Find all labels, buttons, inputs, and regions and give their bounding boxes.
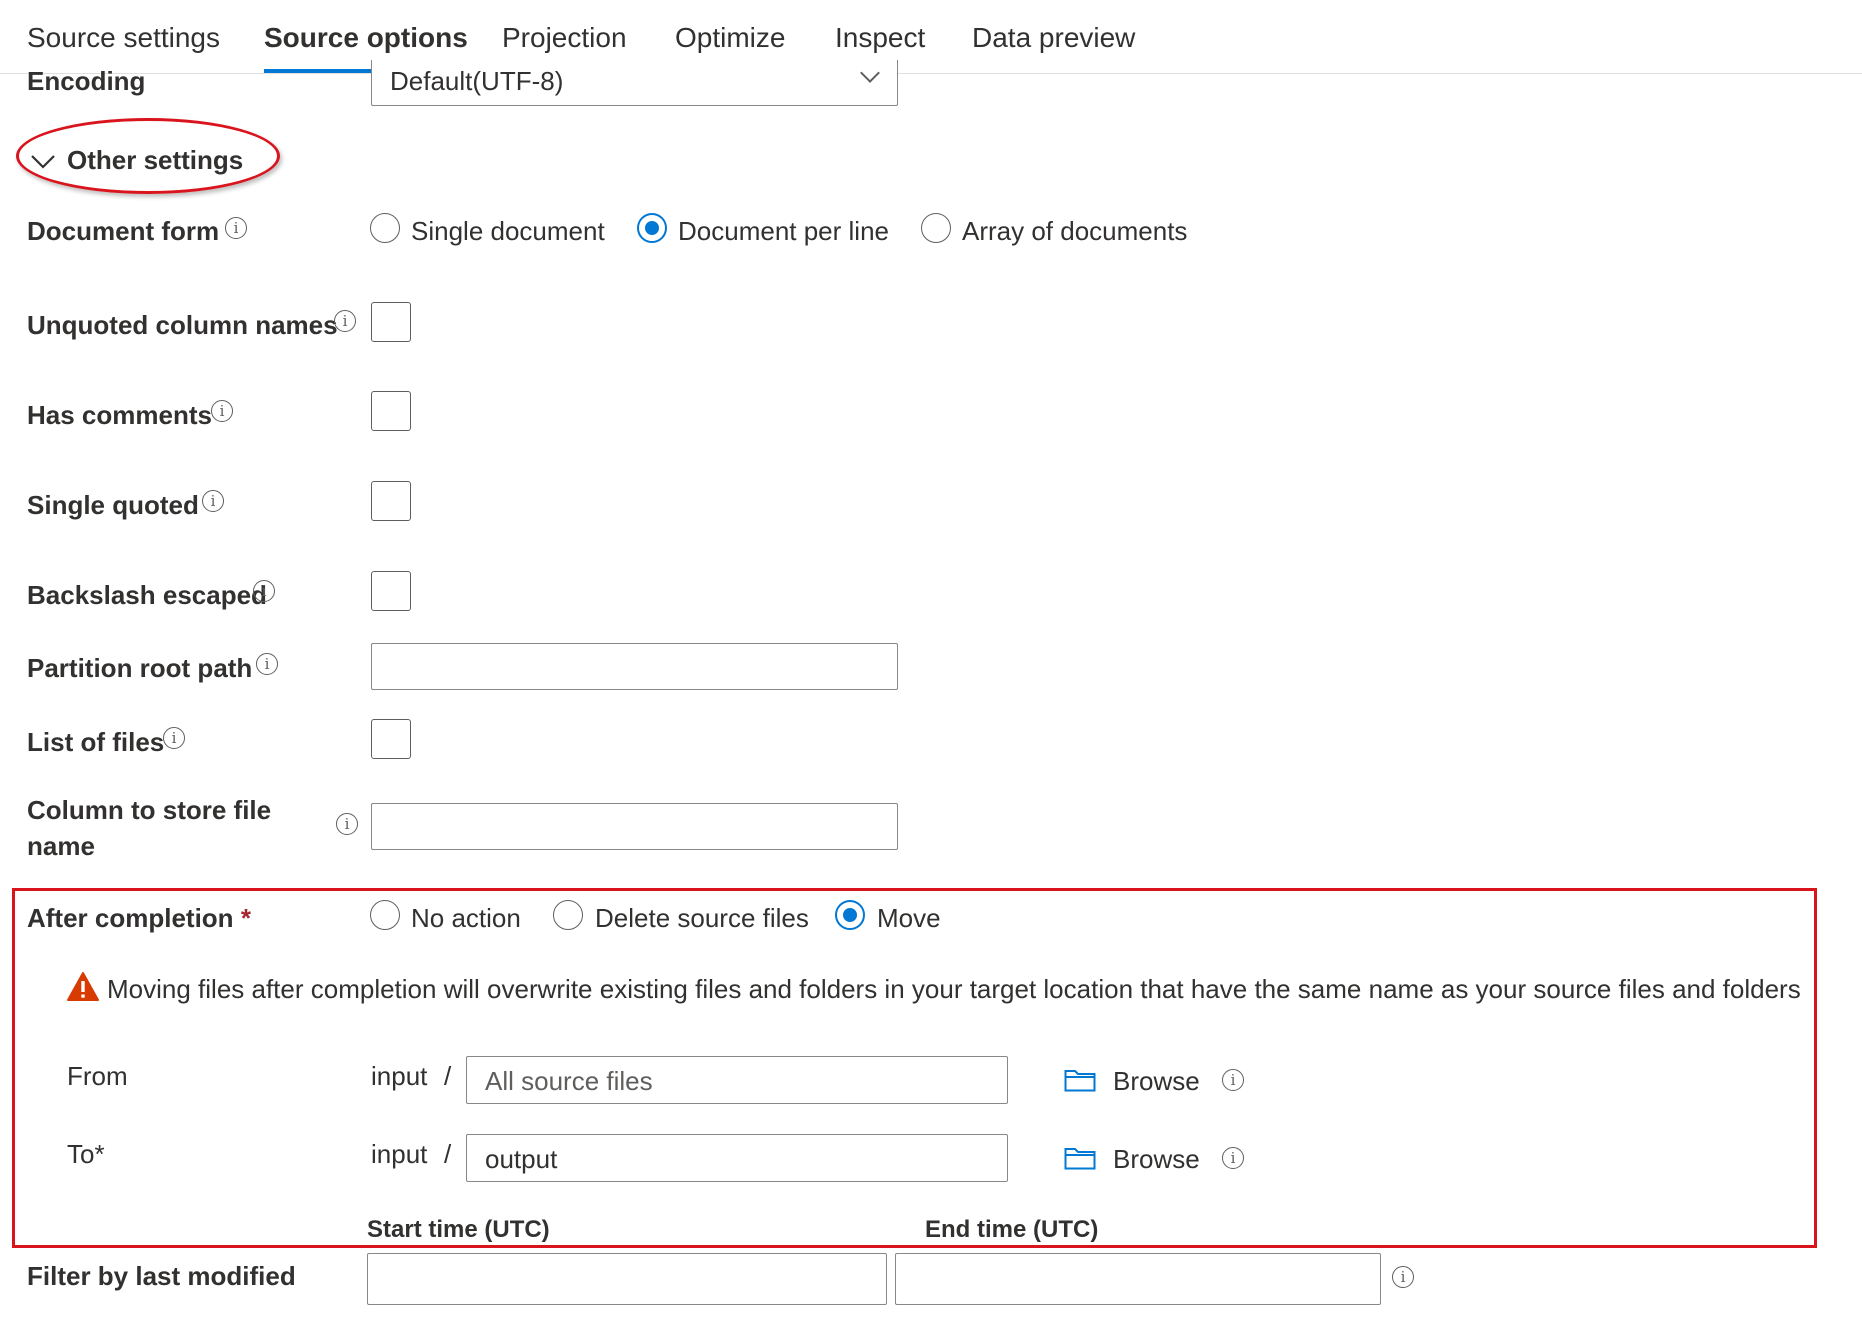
info-icon[interactable]: i (163, 727, 185, 749)
tab-source-options[interactable]: Source options (264, 22, 468, 54)
info-icon[interactable]: i (336, 813, 358, 835)
info-icon[interactable]: i (202, 490, 224, 512)
start-time-input[interactable] (367, 1253, 887, 1305)
tab-optimize[interactable]: Optimize (675, 22, 785, 54)
backslash-escaped-label: Backslash escaped (27, 580, 267, 610)
filter-by-last-modified-label: Filter by last modified (27, 1261, 296, 1291)
encoding-value: Default(UTF-8) (390, 66, 564, 96)
list-of-files-label: List of files (27, 727, 165, 757)
column-to-store-file-name-label-line1: Column to store file (27, 795, 272, 825)
chevron-down-icon (860, 63, 880, 83)
document-per-line-label: Document per line (678, 216, 889, 246)
info-icon[interactable]: i (253, 580, 275, 602)
partition-root-path-label: Partition root path (27, 653, 253, 683)
array-of-documents-label: Array of documents (962, 216, 1188, 246)
encoding-dropdown[interactable]: Default(UTF-8) (371, 60, 898, 106)
has-comments-label: Has comments (27, 400, 212, 430)
column-to-store-file-name-label-line2: name (27, 831, 95, 861)
annotation-highlight-box (12, 888, 1817, 1248)
info-icon[interactable]: i (256, 653, 278, 675)
has-comments-checkbox[interactable] (371, 391, 411, 431)
column-to-store-file-name-input[interactable] (371, 803, 898, 850)
tab-source-settings[interactable]: Source settings (27, 22, 220, 54)
unquoted-column-names-checkbox[interactable] (371, 302, 411, 342)
radio-document-per-line[interactable] (637, 213, 667, 243)
info-icon[interactable]: i (1392, 1266, 1414, 1288)
tab-projection[interactable]: Projection (502, 22, 627, 54)
radio-single-document[interactable] (370, 213, 400, 243)
info-icon[interactable]: i (225, 217, 247, 239)
backslash-escaped-checkbox[interactable] (371, 571, 411, 611)
single-document-label: Single document (411, 216, 605, 246)
unquoted-column-names-label: Unquoted column names (27, 310, 338, 340)
info-icon[interactable]: i (334, 310, 356, 332)
end-time-input[interactable] (895, 1253, 1381, 1305)
list-of-files-checkbox[interactable] (371, 719, 411, 759)
annotation-ellipse (16, 118, 280, 194)
tab-data-preview[interactable]: Data preview (972, 22, 1135, 54)
document-form-label: Document form (27, 216, 220, 246)
partition-root-path-input[interactable] (371, 643, 898, 690)
single-quoted-checkbox[interactable] (371, 481, 411, 521)
info-icon[interactable]: i (211, 400, 233, 422)
encoding-label: Encoding (27, 66, 146, 96)
tab-inspect[interactable]: Inspect (835, 22, 925, 54)
single-quoted-label: Single quoted (27, 490, 199, 520)
radio-array-of-documents[interactable] (921, 213, 951, 243)
tab-bar: Source settings Source options Projectio… (0, 0, 1862, 74)
